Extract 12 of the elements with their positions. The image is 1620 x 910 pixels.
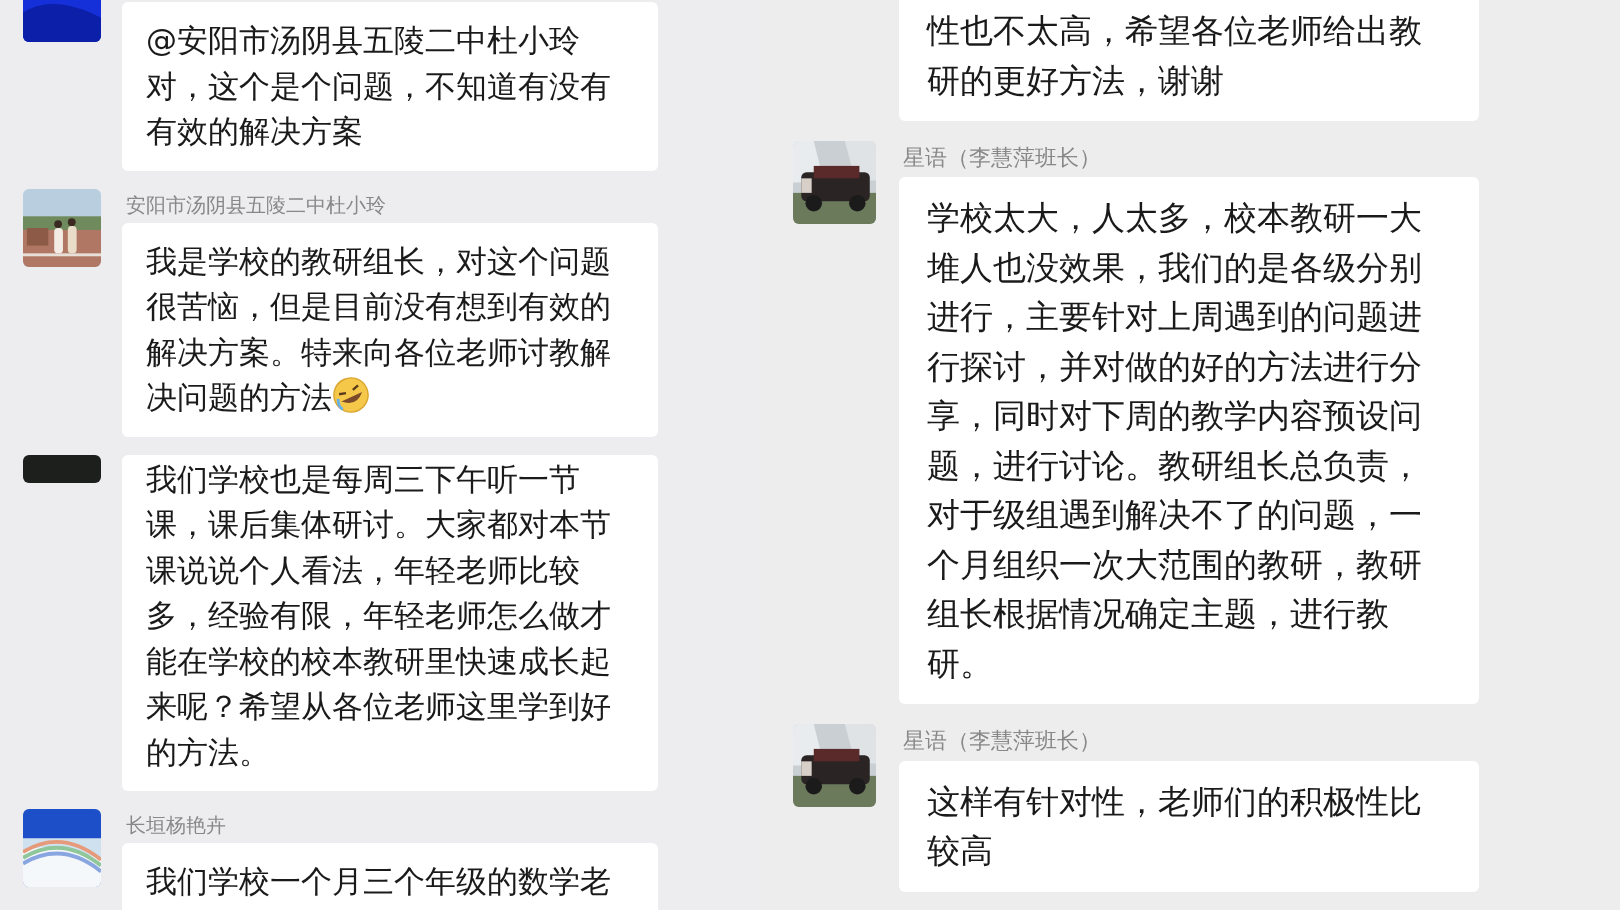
sender-name: 安阳市汤阴县五陵二中杜小玲 [126, 192, 387, 217]
message-text: 我们学校也是每周三下午听一节课，课后集体研讨。大家都对本节课说说个人看法，年轻老师比较多，经验有限，年轻老师怎么做才能在学校的校本教研里快速成长起来呢？希望从各位老师这里学到好的方法。 [146, 460, 611, 770]
mention-text: @安阳市汤阴县五陵二中杜小玲 [146, 21, 581, 60]
message-text: 对，这个是个问题，不知道有没有有效的解决方案 [146, 67, 611, 149]
message-text: 我们学校一个月三个年级的数学老 [146, 863, 611, 899]
sender-name: 星语（李慧萍班长） [903, 728, 1102, 755]
message-text: 性也不太高，希望各位老师给出教研的更好方法，谢谢 [927, 11, 1422, 100]
message-text: 学校太大，人太多，校本教研一大堆人也没效果，我们的是各级分别进行，主要针对上周遇到的问题进行探讨，并对做的好的方法进行分享，同时对下周的教学内容预设问题，进行讨论。教研组长总负责，对于级组遇到解决不了的问题，一个月组织一次大范围的教研，教研组长根据情况确定主题，进行教研。 [927, 198, 1422, 683]
sender-name: 星语（李慧萍班长） [903, 145, 1102, 172]
message-text: 我是学校的教研组长，对这个问题很苦恼，但是目前没有想到有效的解决方案。特来向各位老师讨教解决问题的方法 [146, 242, 611, 415]
message-text: 这样有针对性，老师们的积极性比较高 [927, 781, 1422, 871]
sender-name: 长垣杨艳卉 [126, 813, 227, 837]
